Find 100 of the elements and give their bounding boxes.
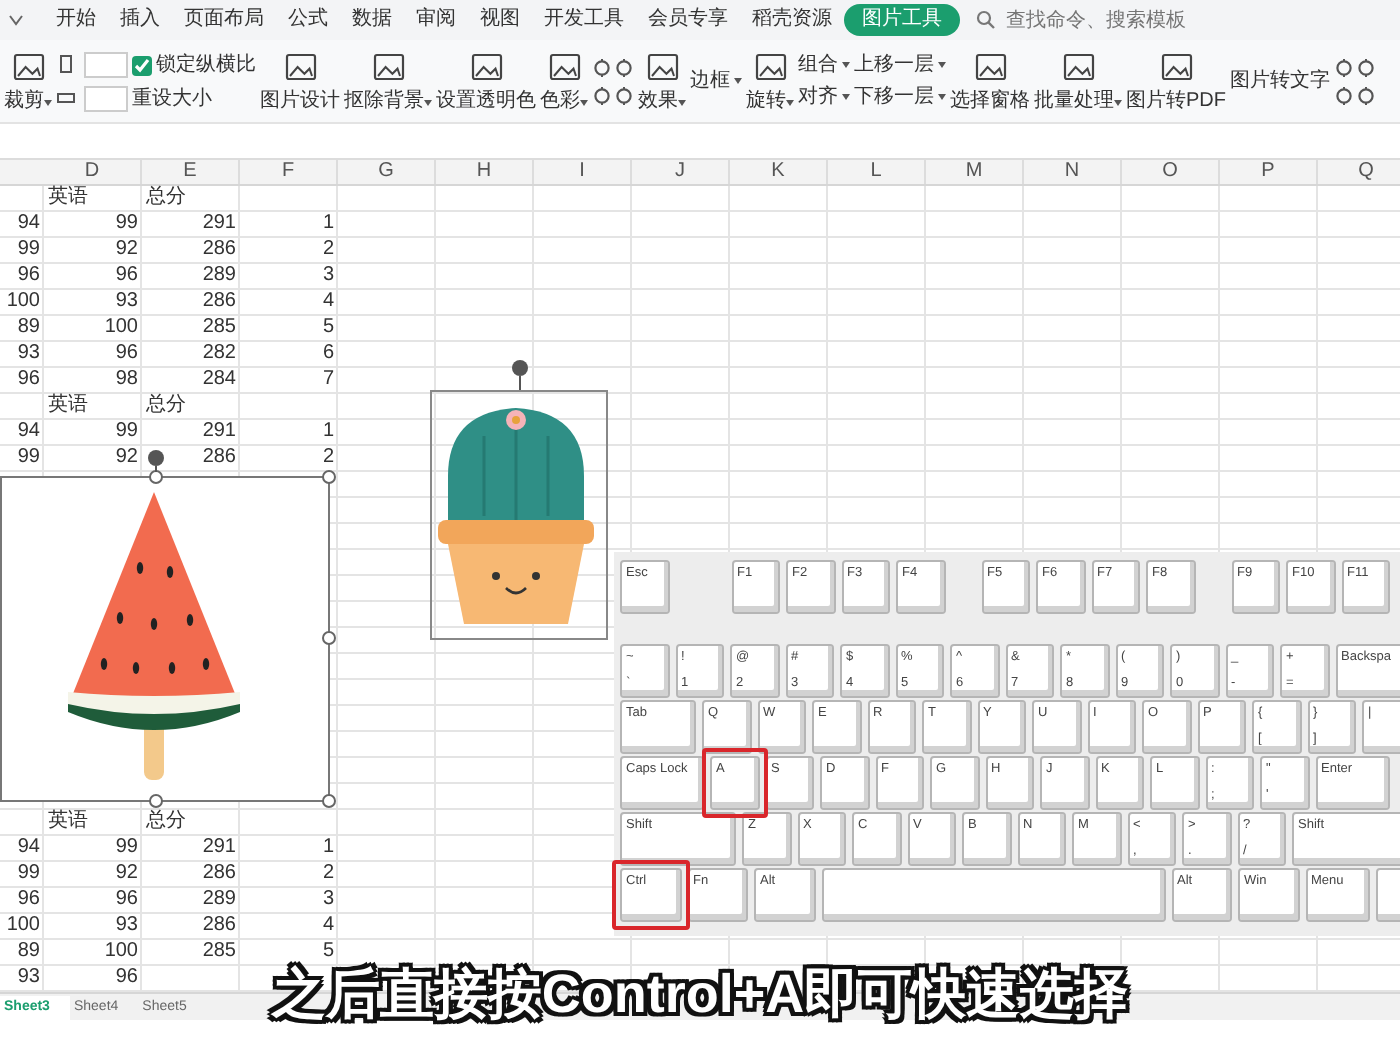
rotate-handle[interactable] — [148, 450, 164, 473]
adjust-icon — [1334, 85, 1354, 105]
table-cell: 286 — [202, 238, 236, 260]
image-icon — [1061, 50, 1095, 84]
size-field[interactable] — [84, 85, 128, 111]
toolbar-button[interactable]: 图片设计 — [260, 50, 340, 112]
adjust-icon — [1356, 57, 1376, 77]
table-cell: 6 — [322, 342, 334, 364]
subtitle-text: 之后直接按Control+A即可快速选择 — [271, 962, 1129, 1026]
toolbar-button[interactable]: 对齐 — [798, 85, 850, 109]
adjust-icon — [592, 57, 612, 77]
table-cell: 3 — [322, 888, 334, 910]
menu-tab[interactable]: 开始 — [44, 6, 108, 34]
column-header[interactable]: Q — [1318, 160, 1400, 184]
toolbar-button[interactable] — [592, 57, 612, 77]
column-header[interactable]: I — [534, 160, 632, 184]
image-icon — [371, 50, 405, 84]
menu-tab[interactable]: 审阅 — [404, 6, 468, 34]
toolbar-button[interactable]: 批量处理 — [1034, 50, 1122, 112]
toolbar-button[interactable]: 下移一层 — [854, 85, 946, 109]
image-icon — [645, 50, 679, 84]
table-cell: 93 — [17, 966, 40, 988]
column-header[interactable]: K — [730, 160, 828, 184]
table-cell: 289 — [202, 264, 236, 286]
toolbar-button[interactable] — [614, 57, 634, 77]
image-icon — [1159, 50, 1193, 84]
rotate-handle[interactable] — [512, 360, 528, 391]
column-header[interactable]: F — [240, 160, 338, 184]
image-icon — [973, 50, 1007, 84]
table-cell: 96 — [115, 264, 138, 286]
toolbar-button[interactable] — [592, 85, 612, 105]
toolbar-button[interactable]: 设置透明色 — [436, 50, 536, 112]
checkbox[interactable] — [132, 55, 152, 75]
toolbar-button[interactable]: 效果 — [638, 50, 686, 112]
menu-tab[interactable]: 视图 — [468, 6, 532, 34]
table-cell: 289 — [202, 888, 236, 910]
table-cell: 99 — [115, 836, 138, 858]
toolbar-button[interactable]: 抠除背景 — [344, 50, 432, 112]
column-header[interactable]: J — [632, 160, 730, 184]
toolbar-button[interactable] — [614, 85, 634, 105]
column-header[interactable]: D — [44, 160, 142, 184]
toolbar-button[interactable]: 上移一层 — [854, 53, 946, 77]
table-cell: 93 — [115, 290, 138, 312]
table-cell: 2 — [322, 238, 334, 260]
menu-tab[interactable]: 插入 — [108, 6, 172, 34]
toolbar-button[interactable]: 重设大小 — [132, 88, 256, 112]
table-cell: 99 — [115, 212, 138, 234]
table-cell: 99 — [17, 862, 40, 884]
toolbar-button[interactable]: 色彩 — [540, 50, 588, 112]
menu-tab[interactable]: 页面布局 — [172, 6, 276, 34]
table-cell: 291 — [202, 420, 236, 442]
toolbar-button[interactable]: 图片转PDF — [1126, 50, 1226, 112]
search-field[interactable]: 查找命令、搜索模板 — [1002, 3, 1222, 37]
table-cell: 99 — [115, 420, 138, 442]
table-cell: 92 — [115, 862, 138, 884]
column-header[interactable]: O — [1122, 160, 1220, 184]
table-cell: 286 — [202, 446, 236, 468]
table-cell: 284 — [202, 368, 236, 390]
toolbar-button[interactable]: 裁剪 — [4, 50, 52, 112]
menu-tab[interactable]: 数据 — [340, 6, 404, 34]
toolbar-button[interactable] — [1356, 85, 1376, 105]
table-cell: 96 — [115, 342, 138, 364]
menu-tab[interactable]: 开发工具 — [532, 6, 636, 34]
table-cell: 286 — [202, 862, 236, 884]
adjust-icon — [1334, 57, 1354, 77]
table-cell: 96 — [17, 264, 40, 286]
table-cell: 5 — [322, 316, 334, 338]
adjust-icon — [592, 85, 612, 105]
table-cell: 93 — [115, 914, 138, 936]
table-cell: 96 — [115, 966, 138, 988]
toolbar-button[interactable]: 图片转文字 — [1230, 69, 1330, 93]
toolbar-button[interactable]: 边框 — [690, 69, 742, 93]
table-cell: 98 — [115, 368, 138, 390]
column-header[interactable]: M — [926, 160, 1024, 184]
table-cell: 285 — [202, 316, 236, 338]
column-header[interactable]: P — [1220, 160, 1318, 184]
table-cell: 94 — [17, 420, 40, 442]
selection-frame[interactable] — [430, 390, 608, 640]
table-cell: 92 — [115, 238, 138, 260]
table-cell: 291 — [202, 836, 236, 858]
column-header[interactable]: N — [1024, 160, 1122, 184]
column-header[interactable]: G — [338, 160, 436, 184]
table-cell: 1 — [322, 420, 334, 442]
toolbar-button[interactable]: 组合 — [798, 53, 850, 77]
size-field[interactable] — [84, 51, 128, 77]
toolbar-button[interactable] — [1334, 57, 1354, 77]
toolbar-button[interactable] — [1356, 57, 1376, 77]
column-header[interactable]: E — [142, 160, 240, 184]
menu-tab[interactable]: 稻壳资源 — [740, 6, 844, 34]
table-cell: 285 — [202, 940, 236, 962]
toolbar-button[interactable] — [1334, 85, 1354, 105]
menu-tab[interactable]: 会员专享 — [636, 6, 740, 34]
table-cell: 96 — [17, 888, 40, 910]
toolbar-button[interactable]: 选择窗格 — [950, 50, 1030, 112]
menu-tab[interactable]: 公式 — [276, 6, 340, 34]
column-header[interactable]: L — [828, 160, 926, 184]
toolbar-button[interactable]: 旋转 — [746, 50, 794, 112]
table-cell: 总分 — [146, 810, 186, 832]
column-header[interactable]: H — [436, 160, 534, 184]
table-cell: 94 — [17, 836, 40, 858]
